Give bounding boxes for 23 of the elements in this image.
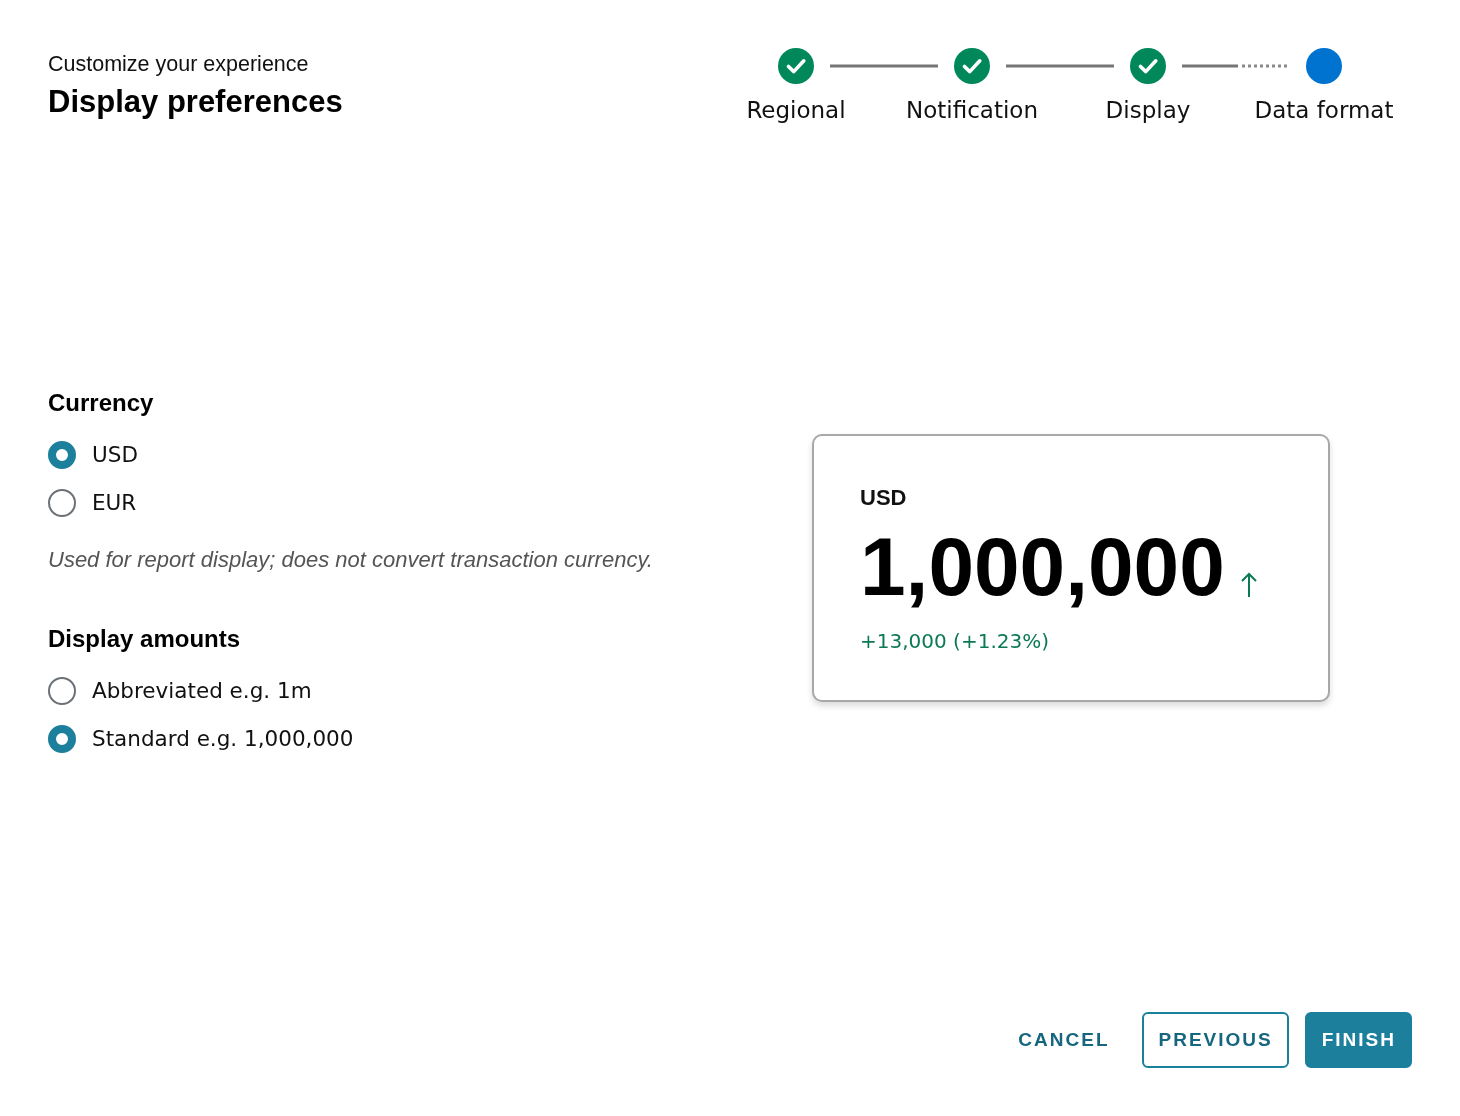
step-label: Data format <box>1254 96 1394 124</box>
currency-code: USD <box>860 485 907 511</box>
primary-action-button[interactable]: FINISH <box>1304 1012 1412 1068</box>
page-title: Display preferences <box>48 83 343 121</box>
section-heading: Display amounts <box>48 623 241 654</box>
radio-button[interactable] <box>48 676 76 705</box>
section-heading: Currency <box>48 387 154 418</box>
step-label: Notification <box>906 96 1038 124</box>
text-action-button[interactable]: CANCEL <box>1001 1012 1126 1068</box>
option-label: Standard e.g. 1,000,000 <box>92 724 354 753</box>
step-label: Display <box>1105 96 1191 124</box>
hint-text: Used for report display; does not convert transaction currency. <box>48 547 653 572</box>
radio-button[interactable] <box>48 488 76 517</box>
option-label: EUR <box>92 488 137 517</box>
amount-value: 1,000,000 <box>860 525 1225 609</box>
page-subtitle: Customize your experience <box>48 52 309 76</box>
radio-button[interactable] <box>48 440 76 469</box>
change-value: +13,000 (+1.23%) <box>860 628 1049 654</box>
option-label: USD <box>92 440 138 469</box>
radio-button[interactable] <box>48 724 76 753</box>
option-label: Abbreviated e.g. 1m <box>92 676 312 705</box>
outline-action-button[interactable]: PREVIOUS <box>1141 1012 1289 1068</box>
step-label: Regional <box>746 96 846 124</box>
